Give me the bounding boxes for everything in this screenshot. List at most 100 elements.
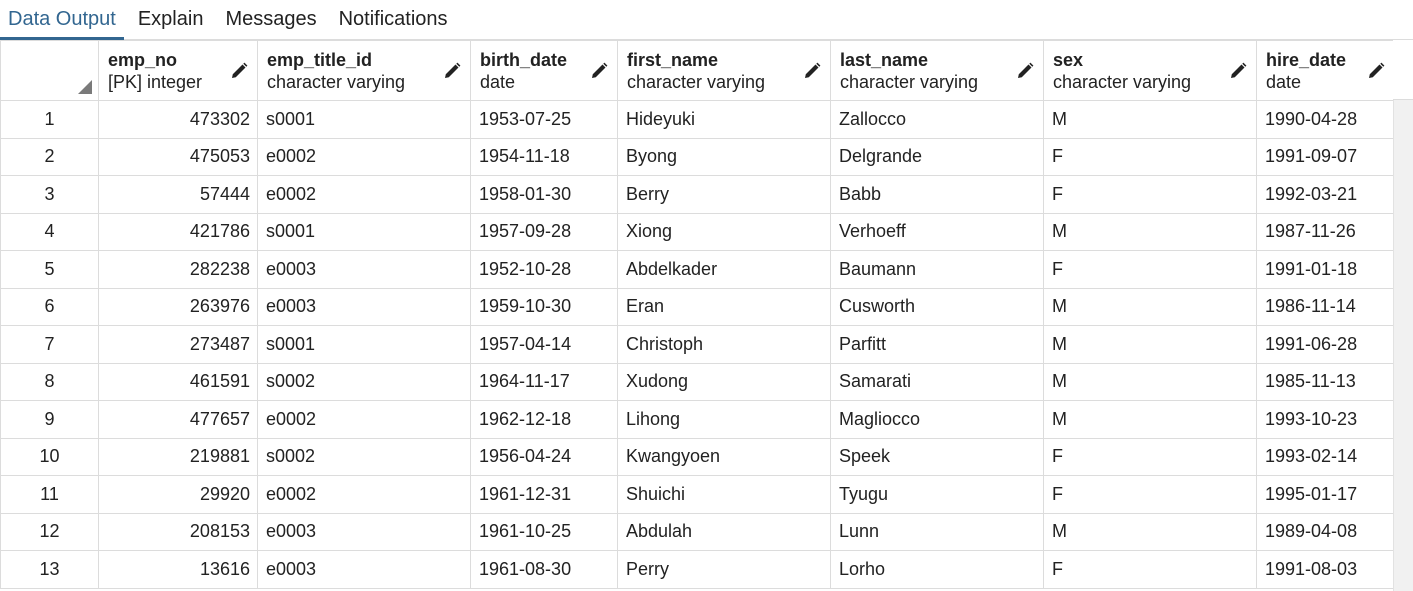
cell-emp-no[interactable]: 273487 [98, 325, 258, 364]
cell-sex[interactable]: F [1043, 175, 1257, 214]
row-number[interactable]: 9 [0, 400, 99, 439]
table-row[interactable]: 10 219881 s0002 1956-04-24 Kwangyoen Speek F 19… [0, 437, 1395, 476]
cell-emp-title-id[interactable]: e0002 [257, 137, 471, 176]
cell-hire-date[interactable]: 1993-02-14 [1256, 437, 1395, 476]
pencil-icon[interactable] [442, 61, 462, 81]
column-header-emp-no[interactable]: emp_no [PK] integer [98, 40, 258, 101]
row-number[interactable]: 7 [0, 325, 99, 364]
cell-emp-no[interactable]: 13616 [98, 550, 258, 589]
cell-last-name[interactable]: Tyugu [830, 475, 1044, 514]
pencil-icon[interactable] [589, 61, 609, 81]
cell-birth-date[interactable]: 1958-01-30 [470, 175, 618, 214]
cell-hire-date[interactable]: 1991-09-07 [1256, 137, 1395, 176]
row-number[interactable]: 10 [0, 437, 99, 476]
cell-hire-date[interactable]: 1991-08-03 [1256, 550, 1395, 589]
cell-birth-date[interactable]: 1959-10-30 [470, 287, 618, 326]
cell-hire-date[interactable]: 1993-10-23 [1256, 400, 1395, 439]
cell-last-name[interactable]: Lunn [830, 512, 1044, 551]
pencil-icon[interactable] [1366, 61, 1386, 81]
cell-emp-title-id[interactable]: e0003 [257, 287, 471, 326]
table-row[interactable]: 12 208153 e0003 1961-10-25 Abdulah Lunn M 1989-… [0, 512, 1395, 551]
cell-emp-title-id[interactable]: s0002 [257, 362, 471, 401]
cell-last-name[interactable]: Parfitt [830, 325, 1044, 364]
cell-emp-title-id[interactable]: e0002 [257, 175, 471, 214]
cell-birth-date[interactable]: 1961-12-31 [470, 475, 618, 514]
cell-emp-no[interactable]: 208153 [98, 512, 258, 551]
tab-messages[interactable]: Messages [217, 9, 324, 39]
cell-emp-no[interactable]: 461591 [98, 362, 258, 401]
cell-birth-date[interactable]: 1957-09-28 [470, 212, 618, 251]
row-number[interactable]: 5 [0, 250, 99, 289]
cell-first-name[interactable]: Perry [617, 550, 831, 589]
cell-emp-no[interactable]: 29920 [98, 475, 258, 514]
cell-hire-date[interactable]: 1991-01-18 [1256, 250, 1395, 289]
cell-hire-date[interactable]: 1986-11-14 [1256, 287, 1395, 326]
cell-sex[interactable]: M [1043, 362, 1257, 401]
cell-last-name[interactable]: Babb [830, 175, 1044, 214]
row-number[interactable]: 13 [0, 550, 99, 589]
row-number[interactable]: 2 [0, 137, 99, 176]
row-number[interactable]: 3 [0, 175, 99, 214]
cell-sex[interactable]: M [1043, 512, 1257, 551]
cell-first-name[interactable]: Abdelkader [617, 250, 831, 289]
cell-emp-no[interactable]: 421786 [98, 212, 258, 251]
pencil-icon[interactable] [229, 61, 249, 81]
cell-first-name[interactable]: Kwangyoen [617, 437, 831, 476]
column-header-hire-date[interactable]: hire_date date [1256, 40, 1395, 101]
cell-hire-date[interactable]: 1991-06-28 [1256, 325, 1395, 364]
cell-birth-date[interactable]: 1957-04-14 [470, 325, 618, 364]
cell-last-name[interactable]: Lorho [830, 550, 1044, 589]
cell-sex[interactable]: M [1043, 100, 1257, 139]
table-row[interactable]: 4 421786 s0001 1957-09-28 Xiong Verhoeff M 1987… [0, 212, 1395, 251]
column-header-emp-title-id[interactable]: emp_title_id character varying [257, 40, 471, 101]
cell-first-name[interactable]: Lihong [617, 400, 831, 439]
vertical-scrollbar[interactable] [1393, 100, 1413, 591]
row-number[interactable]: 4 [0, 212, 99, 251]
cell-last-name[interactable]: Speek [830, 437, 1044, 476]
cell-hire-date[interactable]: 1989-04-08 [1256, 512, 1395, 551]
cell-sex[interactable]: M [1043, 212, 1257, 251]
cell-birth-date[interactable]: 1956-04-24 [470, 437, 618, 476]
pencil-icon[interactable] [802, 61, 822, 81]
column-header-last-name[interactable]: last_name character varying [830, 40, 1044, 101]
row-number[interactable]: 8 [0, 362, 99, 401]
cell-last-name[interactable]: Zallocco [830, 100, 1044, 139]
cell-sex[interactable]: M [1043, 325, 1257, 364]
cell-sex[interactable]: F [1043, 437, 1257, 476]
cell-hire-date[interactable]: 1985-11-13 [1256, 362, 1395, 401]
cell-sex[interactable]: F [1043, 475, 1257, 514]
cell-emp-no[interactable]: 475053 [98, 137, 258, 176]
column-header-sex[interactable]: sex character varying [1043, 40, 1257, 101]
cell-birth-date[interactable]: 1964-11-17 [470, 362, 618, 401]
row-number[interactable]: 12 [0, 512, 99, 551]
cell-birth-date[interactable]: 1961-08-30 [470, 550, 618, 589]
pencil-icon[interactable] [1015, 61, 1035, 81]
cell-birth-date[interactable]: 1954-11-18 [470, 137, 618, 176]
cell-emp-title-id[interactable]: s0002 [257, 437, 471, 476]
cell-last-name[interactable]: Cusworth [830, 287, 1044, 326]
cell-last-name[interactable]: Baumann [830, 250, 1044, 289]
cell-last-name[interactable]: Magliocco [830, 400, 1044, 439]
column-header-first-name[interactable]: first_name character varying [617, 40, 831, 101]
cell-birth-date[interactable]: 1961-10-25 [470, 512, 618, 551]
cell-hire-date[interactable]: 1987-11-26 [1256, 212, 1395, 251]
cell-sex[interactable]: F [1043, 250, 1257, 289]
table-row[interactable]: 6 263976 e0003 1959-10-30 Eran Cusworth M 1986-… [0, 287, 1395, 326]
cell-emp-title-id[interactable]: e0003 [257, 550, 471, 589]
row-number[interactable]: 1 [0, 100, 99, 139]
cell-emp-title-id[interactable]: s0001 [257, 325, 471, 364]
cell-sex[interactable]: F [1043, 550, 1257, 589]
table-row[interactable]: 3 57444 e0002 1958-01-30 Berry Babb F 1992-03-2… [0, 175, 1395, 214]
cell-hire-date[interactable]: 1990-04-28 [1256, 100, 1395, 139]
cell-sex[interactable]: M [1043, 287, 1257, 326]
table-row[interactable]: 8 461591 s0002 1964-11-17 Xudong Samarati M 198… [0, 362, 1395, 401]
cell-last-name[interactable]: Delgrande [830, 137, 1044, 176]
table-row[interactable]: 1 473302 s0001 1953-07-25 Hideyuki Zallocco M 1… [0, 100, 1395, 139]
cell-birth-date[interactable]: 1962-12-18 [470, 400, 618, 439]
cell-emp-no[interactable]: 219881 [98, 437, 258, 476]
cell-first-name[interactable]: Abdulah [617, 512, 831, 551]
cell-emp-title-id[interactable]: e0003 [257, 250, 471, 289]
cell-last-name[interactable]: Samarati [830, 362, 1044, 401]
table-row[interactable]: 9 477657 e0002 1962-12-18 Lihong Magliocco M 19… [0, 400, 1395, 439]
cell-emp-no[interactable]: 57444 [98, 175, 258, 214]
